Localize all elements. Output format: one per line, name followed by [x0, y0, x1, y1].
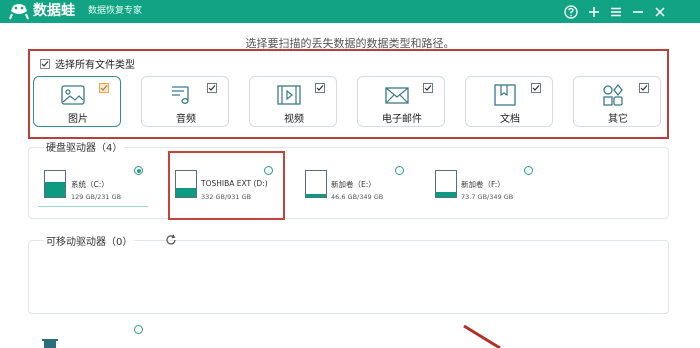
drive-usage-fill: [306, 193, 326, 197]
app-logo-icon: [9, 4, 29, 20]
checkbox-checked-icon: [40, 58, 50, 69]
drive-e-radio[interactable]: [395, 166, 404, 175]
drive-f-radio[interactable]: [524, 166, 533, 175]
type-label: 音频: [176, 114, 196, 125]
type-card-audio[interactable]: 音频: [141, 76, 229, 127]
drive-name: 系统（C:）: [71, 180, 109, 189]
bottom-radio[interactable]: [134, 325, 143, 334]
type-card-email[interactable]: 电子邮件: [357, 76, 445, 127]
music-icon: [172, 86, 189, 104]
app-subtitle: 数据恢复专家: [88, 6, 143, 16]
type-label: 文档: [500, 114, 520, 125]
title-bar: 数据蛙 数据恢复专家: [0, 0, 700, 23]
checkbox-checked-icon[interactable]: [531, 83, 541, 93]
type-card-video[interactable]: 视频: [249, 76, 337, 127]
removable-drives-panel: [28, 240, 669, 314]
checkbox-checked-icon[interactable]: [639, 83, 649, 93]
type-card-pictures[interactable]: 图片: [33, 76, 121, 127]
hard-drive-icon: [305, 170, 327, 198]
removable-drives-label: 可移动驱动器（0）: [44, 233, 135, 248]
hard-drives-label: 硬盘驱动器（4）: [44, 139, 125, 154]
hard-drive-icon: [435, 170, 457, 198]
type-label: 其它: [608, 114, 628, 125]
type-label: 电子邮件: [382, 114, 422, 125]
hard-drive-icon: [44, 170, 66, 198]
close-icon[interactable]: [651, 3, 668, 20]
select-all-label: 选择所有文件类型: [55, 60, 135, 71]
type-label: 视频: [284, 114, 304, 125]
arrow-annotation: [463, 324, 501, 348]
checkbox-checked-icon[interactable]: [99, 83, 109, 93]
checkbox-checked-icon[interactable]: [207, 83, 217, 93]
drive-size: 73.7 GB/349 GB: [461, 193, 514, 201]
file-types-panel: 选择所有文件类型 图片 音频 视频 电子邮件 文档 其它: [28, 49, 669, 139]
drive-usage-fill: [436, 191, 456, 197]
minimize-icon[interactable]: [629, 3, 646, 20]
video-icon: [277, 85, 301, 105]
type-card-documents[interactable]: 文档: [465, 76, 553, 127]
drive-size: 46.6 GB/349 GB: [331, 193, 384, 201]
help-icon[interactable]: [562, 3, 579, 20]
refresh-icon[interactable]: [165, 234, 177, 246]
drive-name: 新加卷（F:）: [461, 180, 505, 189]
trash-icon[interactable]: [40, 338, 60, 348]
drive-name: 新加卷（E:）: [331, 180, 376, 189]
plus-icon[interactable]: [585, 3, 602, 20]
menu-icon[interactable]: [607, 3, 624, 20]
drive-usage-fill: [45, 182, 65, 197]
other-icon: [603, 83, 623, 106]
email-icon: [385, 87, 409, 104]
checkbox-checked-icon[interactable]: [423, 83, 433, 93]
type-card-other[interactable]: 其它: [573, 76, 661, 127]
drive-size: 129 GB/231 GB: [71, 193, 122, 201]
app-name: 数据蛙: [33, 3, 75, 19]
selected-drive-underline: [38, 206, 148, 207]
drive-d-highlight: [168, 151, 285, 220]
checkbox-checked-icon[interactable]: [315, 83, 325, 93]
select-all-checkbox[interactable]: 选择所有文件类型: [40, 56, 135, 71]
picture-icon: [61, 85, 85, 105]
document-icon: [494, 84, 516, 106]
drive-c-radio[interactable]: [134, 166, 143, 175]
type-label: 图片: [68, 114, 88, 125]
